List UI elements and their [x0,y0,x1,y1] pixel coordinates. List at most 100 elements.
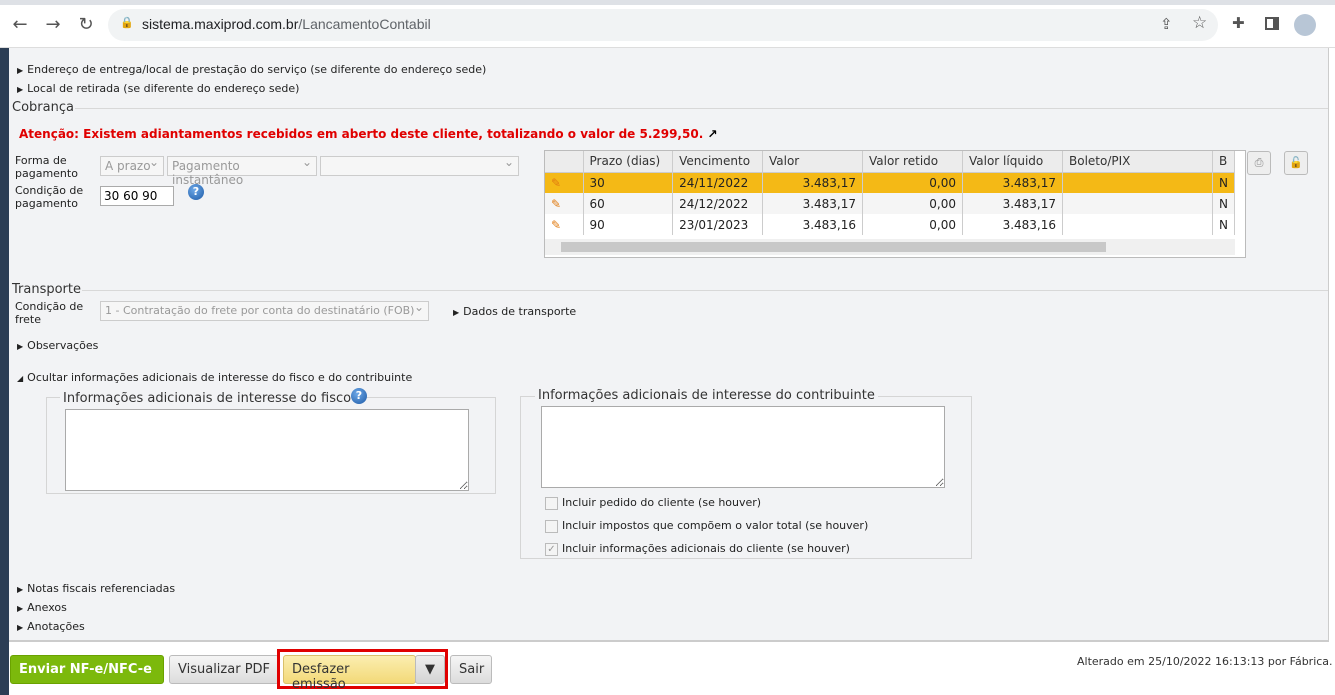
edit-pencil-icon[interactable]: ✎ [545,172,584,193]
toggle-observacoes[interactable]: ▶ Observações [17,339,98,352]
cell: 3.483,17 [962,193,1063,214]
col-header[interactable]: Valor [762,151,863,173]
col-header[interactable]: B [1212,151,1235,173]
tipo-pagamento-select[interactable]: Pagamento instantâneo [167,155,317,187]
label: Local de retirada (se diferente do ender… [27,82,300,95]
cell: 3.483,17 [962,172,1063,193]
caret-down-icon: ◢ [17,374,24,383]
edit-pencil-icon[interactable]: ✎ [545,193,584,214]
col-header[interactable]: Valor retido [862,151,963,173]
avatar[interactable] [1294,14,1316,36]
cell: 3.483,17 [762,193,863,214]
info-fisco-textarea[interactable] [65,409,469,491]
checkbox[interactable] [545,496,558,510]
table-row[interactable]: ✎ 90 23/01/2023 3.483,16 0,00 3.483,16 N [545,214,1235,235]
label: Incluir informações adicionais do client… [562,542,850,555]
toggle-anotacoes[interactable]: ▶ Anotações [17,620,85,633]
desfazer-emissao-button[interactable]: Desfazer emissão [283,655,416,692]
back-icon[interactable]: ← [8,14,32,35]
sair-button[interactable]: Sair [450,655,492,684]
fisco-legend: Informações adicionais de interesse do f… [60,391,355,406]
dropdown-arrow-icon[interactable]: ▼ [415,655,445,684]
table-row[interactable]: ✎ 60 24/12/2022 3.483,17 0,00 3.483,17 N [545,193,1235,214]
cell: 90 [583,214,674,235]
horizontal-scrollbar[interactable] [545,239,1235,255]
condicao-frete-label: Condição de frete [15,300,84,326]
col-edit [545,151,584,173]
condicao-pagamento-input[interactable] [100,186,174,206]
info-contribuinte-textarea[interactable] [541,406,945,488]
col-header[interactable]: Boleto/PIX [1062,151,1213,173]
label: Incluir pedido do cliente (se houver) [562,496,762,509]
toggle-endereco-entrega[interactable]: ▶ Endereço de entrega/local de prestação … [17,63,486,76]
visualizar-pdf-button[interactable]: Visualizar PDF [169,655,279,684]
scrollbar[interactable] [1328,48,1335,642]
caret-right-icon: ▶ [17,585,24,594]
label: Informações adicionais de interesse do f… [63,391,352,406]
checkbox-checked[interactable]: ✓ [545,542,558,556]
caret-right-icon: ▶ [453,308,460,317]
cell: 3.483,17 [762,172,863,193]
contribuinte-legend: Informações adicionais de interesse do c… [535,388,878,403]
url-path: /LancamentoContabil [298,16,431,32]
label: Ocultar informações adicionais de intere… [27,371,413,384]
print-icon[interactable]: ⎙ [1247,151,1271,175]
meio-pagamento-select[interactable] [320,155,519,176]
extensions-icon[interactable]: ✚ [1232,14,1245,32]
advance-alert: Atenção: Existem adiantamentos recebidos… [19,127,718,141]
reload-icon[interactable]: ↻ [74,14,98,35]
unlock-icon[interactable]: 🔓 [1284,151,1308,175]
col-header[interactable]: Valor líquido [962,151,1063,173]
cell: 60 [583,193,674,214]
star-icon[interactable]: ☆ [1192,13,1207,33]
col-header[interactable]: Vencimento [672,151,763,173]
section-transporte: Transporte [12,282,81,297]
caret-right-icon: ▶ [17,66,24,75]
cell [1062,214,1213,235]
cell [1062,193,1213,214]
toggle-dados-transporte[interactable]: ▶ Dados de transporte [453,305,576,318]
forma-pagamento-select[interactable]: A prazo [100,155,164,176]
toggle-ocultar-info[interactable]: ◢ Ocultar informações adicionais de inter… [17,371,412,384]
label: Notas fiscais referenciadas [27,582,176,595]
left-sidebar-edge [0,48,9,695]
toggle-local-retirada[interactable]: ▶ Local de retirada (se diferente do ende… [17,82,299,95]
cell: 30 [583,172,674,193]
col-header[interactable]: Prazo (dias) [583,151,674,173]
toggle-notas[interactable]: ▶ Notas fiscais referenciadas [17,582,175,595]
label: Anexos [27,601,67,614]
toggle-anexos[interactable]: ▶ Anexos [17,601,67,614]
divider [9,640,1328,642]
condicao-pagamento-label: Condição de pagamento [15,184,84,210]
checkbox-impostos[interactable]: Incluir impostos que compõem o valor tot… [545,519,868,533]
share-icon[interactable]: ⇪ [1160,15,1173,33]
scroll-thumb[interactable] [561,242,1106,252]
checkbox[interactable] [545,519,558,533]
divider [82,290,1328,291]
help-icon[interactable]: ? [351,388,367,404]
help-icon[interactable]: ? [188,184,204,200]
table-row[interactable]: ✎ 30 24/11/2022 3.483,17 0,00 3.483,17 N [545,172,1235,193]
divider [75,108,1328,109]
section-cobranca: Cobrança [12,100,74,115]
forma-pagamento-label: Forma de pagamento [15,154,78,180]
address-bar[interactable]: 🔒 sistema.maxiprod.com.br/LancamentoConta… [108,9,1218,41]
label: Endereço de entrega/local de prestação d… [27,63,487,76]
cell: N [1212,172,1235,193]
caret-right-icon: ▶ [17,85,24,94]
external-link-icon[interactable]: ↗ [707,127,717,141]
cell: 0,00 [862,193,963,214]
cell: 0,00 [862,214,963,235]
grid-header: Prazo (dias) Vencimento Valor Valor reti… [545,151,1235,173]
label: Dados de transporte [463,305,577,318]
enviar-nfe-button[interactable]: Enviar NF-e/NFC-e [10,655,164,684]
checkbox-pedido-cliente[interactable]: Incluir pedido do cliente (se houver) [545,496,761,510]
edit-pencil-icon[interactable]: ✎ [545,214,584,235]
lock-icon: 🔒 [120,17,134,29]
checkbox-info-cliente[interactable]: ✓ Incluir informações adicionais do clien… [545,542,850,556]
condicao-frete-select[interactable]: 1 - Contratação do frete por conta do de… [100,300,429,321]
cell [1062,172,1213,193]
forward-icon[interactable]: → [41,14,65,35]
caret-right-icon: ▶ [17,342,24,351]
sidepanel-icon[interactable] [1265,17,1279,30]
